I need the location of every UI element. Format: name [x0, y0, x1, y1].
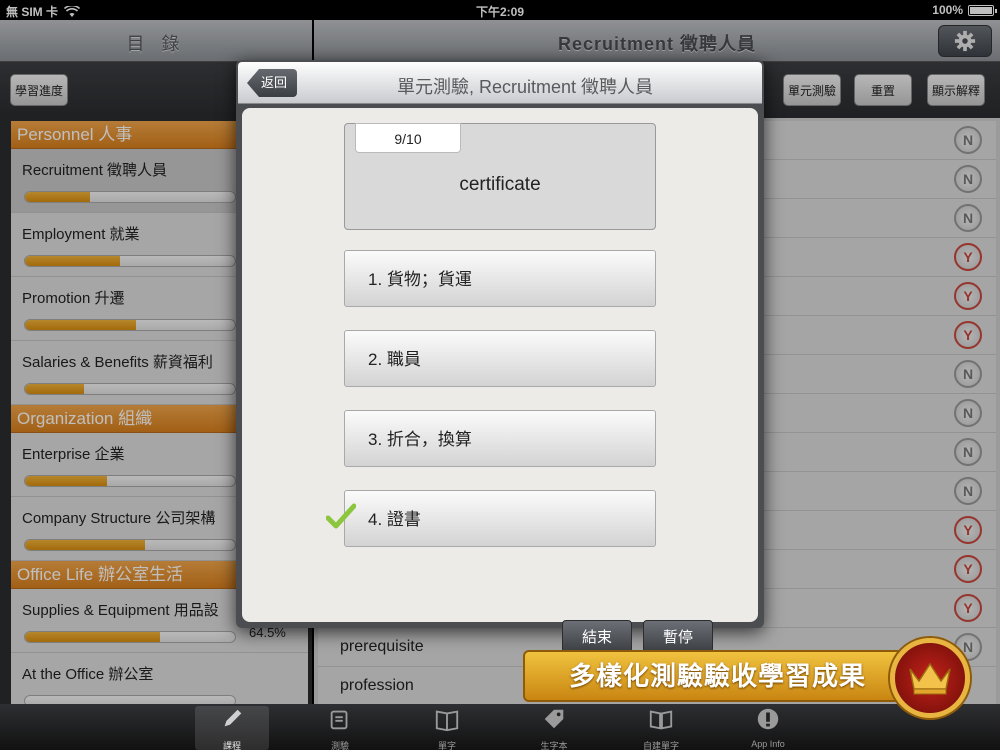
- promo-banner[interactable]: 多樣化測驗驗收學習成果: [523, 650, 903, 702]
- book-icon: [434, 706, 460, 737]
- end-button[interactable]: 結束: [562, 620, 632, 653]
- tab-item[interactable]: 生字本: [517, 706, 591, 750]
- question-counter: 9/10: [355, 123, 461, 153]
- crown-icon: [909, 662, 951, 695]
- info-icon: [755, 706, 781, 737]
- quiz-icon: [327, 706, 353, 737]
- tag-icon: [541, 706, 567, 737]
- tab-label: App Info: [751, 739, 785, 749]
- tab-item[interactable]: 自建單字: [624, 706, 698, 750]
- tab-label: 課程: [222, 741, 241, 750]
- quiz-modal: 返回 單元測驗, Recruitment 徵聘人員 9/10 certifica…: [236, 60, 764, 653]
- answer-option[interactable]: 3. 折合，換算: [344, 410, 656, 467]
- back-button[interactable]: 返回: [247, 69, 297, 97]
- tab-label: 單字: [437, 741, 456, 750]
- question-card: 9/10 certificate: [344, 123, 656, 230]
- answer-option[interactable]: 2. 職員: [344, 330, 656, 387]
- answer-option[interactable]: 1. 貨物；貨運: [344, 250, 656, 307]
- tab-bar: 課程 測驗 單字 生字本 自建單字 App Info: [0, 704, 1000, 750]
- tab-item[interactable]: 課程: [195, 706, 269, 750]
- edit-book-icon: [648, 706, 674, 737]
- tab-item[interactable]: App Info: [731, 706, 805, 750]
- pause-button[interactable]: 暫停: [643, 620, 713, 653]
- tab-item[interactable]: 單字: [410, 706, 484, 750]
- pencil-icon: [219, 706, 245, 737]
- quiz-modal-header: 返回 單元測驗, Recruitment 徵聘人員: [238, 62, 762, 104]
- tab-item[interactable]: 測驗: [303, 706, 377, 750]
- quiz-body: 9/10 certificate 結束 暫停 1. 貨物；貨運 2. 職員 3. 折…: [242, 108, 758, 653]
- tab-label: 生字本: [540, 741, 568, 750]
- quiz-title: 單元測驗, Recruitment 徵聘人員: [396, 77, 654, 97]
- checkmark-icon: [326, 503, 356, 529]
- tab-label: 自建單字: [642, 741, 679, 750]
- question-word: certificate: [459, 174, 541, 195]
- answer-option[interactable]: 4. 證書: [344, 490, 656, 547]
- crown-badge[interactable]: [890, 638, 970, 718]
- tab-label: 測驗: [330, 741, 349, 750]
